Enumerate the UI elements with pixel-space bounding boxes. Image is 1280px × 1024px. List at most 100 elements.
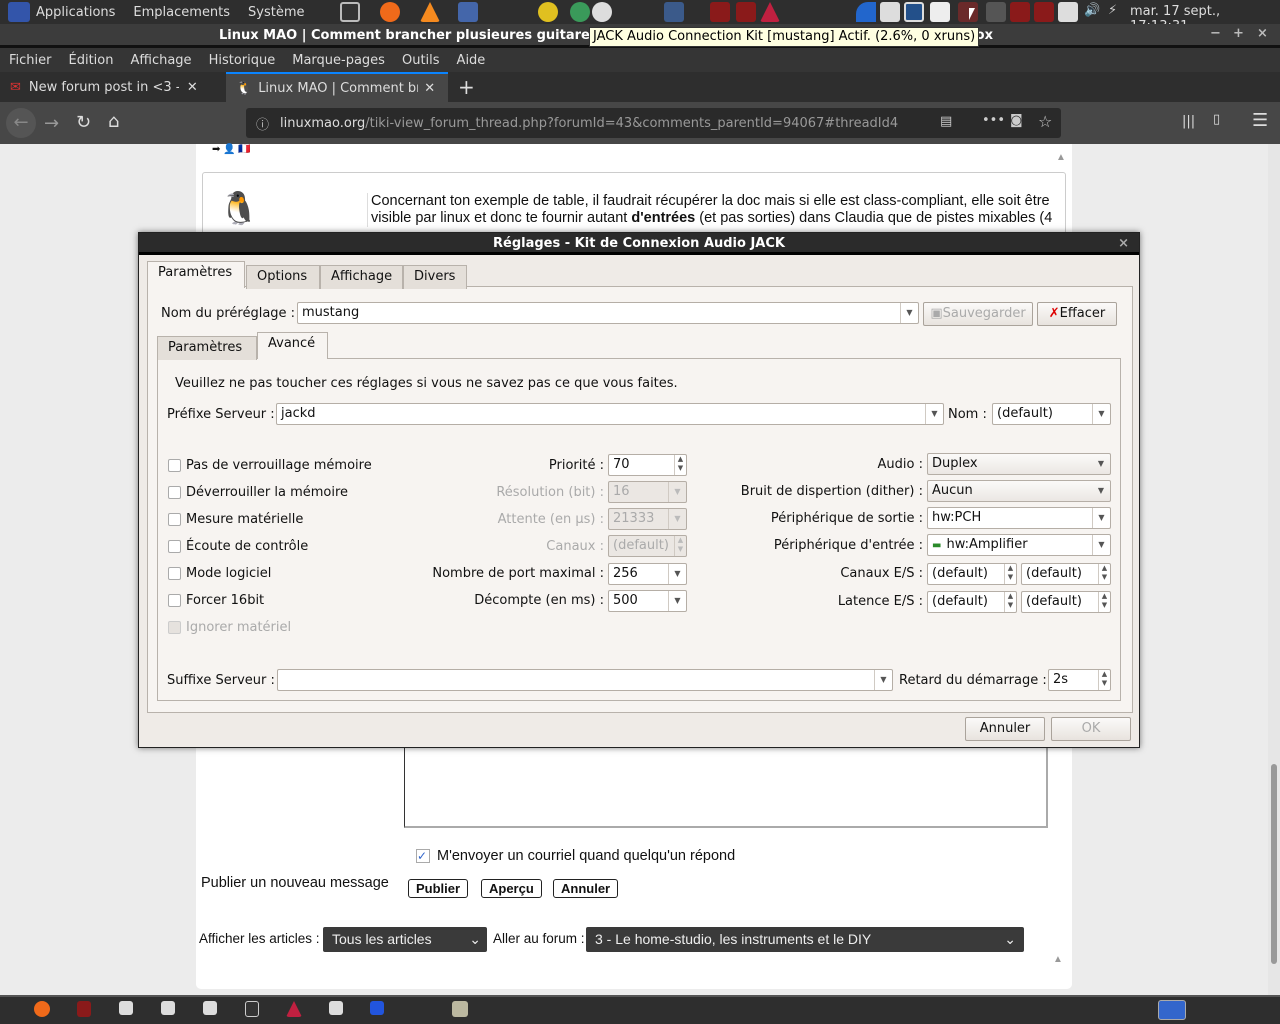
close-dialog-button[interactable]: × [1118, 233, 1129, 255]
tray-app-icon[interactable] [736, 2, 756, 22]
back-button[interactable]: ← [6, 108, 36, 138]
menu-systeme[interactable]: Système [248, 5, 304, 20]
soft-mode-checkbox[interactable] [168, 567, 181, 580]
close-tab-icon[interactable]: ✕ [424, 81, 435, 96]
window-task-icon[interactable] [452, 1001, 468, 1017]
window-task-icon[interactable] [119, 1001, 133, 1015]
home-button[interactable]: ⌂ [108, 111, 119, 132]
url-bar[interactable]: ⓘ linuxmao.org /tiki-view_forum_thread.p… [246, 108, 1061, 138]
mixer-icon[interactable] [986, 2, 1006, 22]
out-channels-spinbox[interactable]: (default) ▲ ▼ [1021, 563, 1111, 585]
subtab-parametres[interactable]: Paramètres [157, 336, 257, 360]
tab-gmail[interactable]: ✉ New forum post in <3 - L ✕ [0, 72, 222, 102]
dropdown-arrow-icon[interactable]: ▼ [1092, 454, 1110, 474]
tab-parametres[interactable]: Paramètres [147, 261, 245, 288]
volume-icon[interactable]: 🔊 [1084, 3, 1100, 18]
tray-app-icon[interactable] [538, 2, 558, 22]
dropdown-arrow-icon[interactable]: ▼ [668, 591, 686, 611]
no-memlock-checkbox[interactable] [168, 459, 181, 472]
qjackctl-task-icon[interactable] [77, 1001, 91, 1017]
lzk-logo-icon[interactable] [8, 2, 30, 22]
tab-divers[interactable]: Divers [403, 265, 467, 289]
vlc-launcher-icon[interactable] [420, 2, 440, 22]
show-desktop-button[interactable] [1158, 1000, 1186, 1020]
preset-combo[interactable]: mustang ▼ [297, 302, 919, 324]
tray-app-icon[interactable] [880, 2, 900, 22]
terminal-task-icon[interactable] [245, 1001, 259, 1017]
monitor-checkbox[interactable] [168, 540, 181, 553]
menu-outils[interactable]: Outils [402, 53, 440, 68]
goto-forum-select[interactable]: 3 - Le home-studio, les instruments et l… [586, 927, 1024, 952]
tab-affichage[interactable]: Affichage [320, 265, 403, 289]
show-articles-select[interactable]: Tous les articles ⌄ [323, 927, 487, 952]
library-icon[interactable]: ||| [1182, 114, 1195, 129]
system-monitor-icon[interactable] [904, 2, 924, 22]
menu-affichage[interactable]: Affichage [130, 53, 191, 68]
info-icon[interactable]: ⓘ [256, 114, 269, 133]
window-task-icon[interactable] [161, 1001, 175, 1015]
pocket-icon[interactable]: ◙ [1010, 113, 1023, 128]
dropdown-arrow-icon[interactable]: ▼ [1092, 404, 1110, 424]
dropdown-arrow-icon[interactable]: ▼ [1092, 481, 1110, 501]
reader-view-icon[interactable]: ▤ [940, 114, 952, 129]
tray-app-icon[interactable] [1034, 2, 1054, 22]
window-task-icon[interactable] [329, 1001, 343, 1015]
ardour-icon[interactable] [760, 2, 780, 22]
tray-app-icon[interactable] [1010, 2, 1030, 22]
menu-applications[interactable]: Applications [36, 5, 115, 20]
menu-fichier[interactable]: Fichier [9, 53, 52, 68]
dither-combo[interactable]: Aucun ▼ [927, 480, 1111, 502]
tab-linuxmao[interactable]: 🐧 Linux MAO | Comment br ✕ [226, 72, 448, 102]
hamburger-menu-icon[interactable]: ☰ [1252, 110, 1268, 131]
terminal-launcher-icon[interactable] [340, 2, 360, 22]
max-ports-combo[interactable]: 256 ▼ [608, 563, 687, 585]
message-textarea[interactable] [404, 744, 1048, 828]
tray-app-icon[interactable] [710, 2, 730, 22]
spin-arrows-icon[interactable]: ▲ ▼ [1098, 564, 1110, 584]
force-16bit-checkbox[interactable] [168, 594, 181, 607]
qjackctl-tray-icon[interactable] [958, 2, 978, 22]
cancel-post-button[interactable]: Annuler [553, 879, 619, 898]
menu-edition[interactable]: Édition [69, 53, 114, 68]
network-icon[interactable]: ⚡ [1108, 3, 1117, 18]
bookmark-star-icon[interactable]: ☆ [1038, 112, 1052, 131]
new-tab-button[interactable]: + [448, 72, 475, 102]
sidebar-icon[interactable]: ▯ [1213, 112, 1220, 127]
dropdown-arrow-icon[interactable]: ▼ [1092, 508, 1110, 528]
dropdown-arrow-icon[interactable]: ▼ [1092, 535, 1110, 555]
reload-button[interactable]: ↻ [76, 112, 91, 133]
scroll-top-icon[interactable]: ▲ [1053, 954, 1063, 965]
forward-button[interactable]: → [44, 113, 59, 134]
name-combo[interactable]: (default) ▼ [992, 403, 1111, 425]
scroll-top-icon[interactable]: ▲ [1056, 152, 1066, 163]
spin-arrows-icon[interactable]: ▲ ▼ [1004, 592, 1016, 612]
server-suffix-combo[interactable]: ▼ [277, 669, 893, 691]
scrollbar-thumb[interactable] [1271, 764, 1277, 964]
dropdown-arrow-icon[interactable]: ▼ [925, 404, 943, 424]
server-prefix-combo[interactable]: jackd ▼ [276, 403, 944, 425]
priority-spinbox[interactable]: 70 ▲ ▼ [608, 454, 687, 476]
preview-button[interactable]: Aperçu [481, 879, 542, 898]
maximize-button[interactable]: + [1233, 26, 1244, 41]
start-delay-spinbox[interactable]: 2s ▲ ▼ [1048, 669, 1111, 691]
dropdown-arrow-icon[interactable]: ▼ [900, 303, 918, 323]
menu-aide[interactable]: Aide [457, 53, 486, 68]
tray-app-icon[interactable] [930, 2, 950, 22]
spin-arrows-icon[interactable]: ▲ ▼ [674, 455, 686, 475]
window-task-icon[interactable] [203, 1001, 217, 1015]
delete-button[interactable]: ✗Effacer [1037, 302, 1117, 326]
hw-meter-checkbox[interactable] [168, 513, 181, 526]
firefox-launcher-icon[interactable] [380, 2, 400, 22]
monitor-task-icon[interactable] [370, 1001, 384, 1015]
spin-arrows-icon[interactable]: ▲ ▼ [1004, 564, 1016, 584]
in-channels-spinbox[interactable]: (default) ▲ ▼ [927, 563, 1017, 585]
tab-options[interactable]: Options [246, 265, 320, 289]
in-latency-spinbox[interactable]: (default) ▲ ▼ [927, 591, 1017, 613]
display-icon[interactable] [1058, 2, 1078, 22]
close-window-button[interactable]: × [1257, 26, 1268, 41]
page-scrollbar[interactable] [1268, 144, 1280, 995]
tray-app-icon[interactable] [856, 2, 876, 22]
calculator-launcher-icon[interactable] [458, 2, 478, 22]
audio-combo[interactable]: Duplex ▼ [927, 453, 1111, 475]
tray-app-icon[interactable] [570, 2, 590, 22]
